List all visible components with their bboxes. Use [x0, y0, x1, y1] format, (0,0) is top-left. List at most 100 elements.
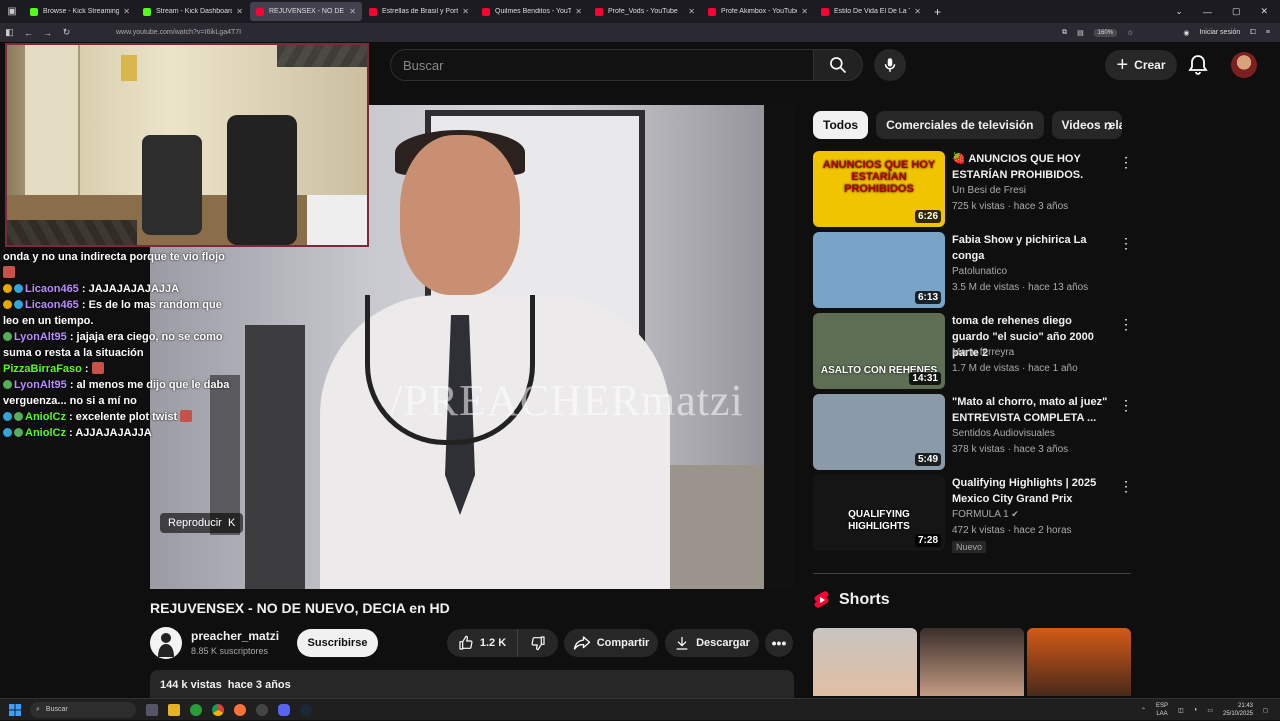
- recommendation-thumbnail[interactable]: 5:49: [813, 394, 945, 470]
- browser-tab[interactable]: Estilo De Vida El De La Tacoma ✕: [815, 2, 927, 21]
- chat-username[interactable]: Licaon465: [25, 299, 79, 311]
- tab-close-icon[interactable]: ✕: [123, 7, 130, 16]
- avatar[interactable]: [1231, 52, 1257, 78]
- notifications-bell-icon[interactable]: [1186, 53, 1210, 77]
- recommendation-item[interactable]: 5:49 "Mato al chorro, mato al juez" ENTRE…: [813, 394, 1133, 470]
- recommendation-channel[interactable]: Manu ferreyra: [952, 347, 1014, 358]
- xbox-icon[interactable]: [190, 703, 202, 716]
- more-vert-icon[interactable]: ⋮: [1119, 396, 1133, 414]
- chevron-right-icon[interactable]: ›: [1098, 113, 1122, 137]
- more-actions-button[interactable]: •••: [765, 629, 793, 657]
- recommendation-channel[interactable]: Sentidos Audiovisuales: [952, 428, 1055, 439]
- more-vert-icon[interactable]: ⋮: [1119, 234, 1133, 252]
- notifications-icon[interactable]: ◻: [1263, 707, 1268, 714]
- minimize-icon[interactable]: —: [1203, 7, 1212, 17]
- tab-close-icon[interactable]: ✕: [462, 7, 469, 16]
- recommendation-item[interactable]: QUALIFYING HIGHLIGHTS 7:28 Qualifying High…: [813, 475, 1133, 553]
- browser-tab[interactable]: Stream - Kick Dashboard ✕: [137, 2, 249, 21]
- recommendation-title[interactable]: Fabia Show y pichirica La conga: [952, 232, 1112, 264]
- browser-tab[interactable]: Profe_Vods - YouTube ✕: [589, 2, 701, 21]
- filter-chip[interactable]: Todos: [813, 111, 869, 139]
- task-view-icon[interactable]: [146, 703, 158, 716]
- chat-username[interactable]: LyonAlt95: [14, 331, 67, 343]
- recommendation-title[interactable]: 🍓 ANUNCIOS QUE HOY ESTARÍAN PROHIBIDOS.: [952, 151, 1112, 183]
- like-button[interactable]: 1.2 K: [447, 629, 518, 657]
- recommendation-item[interactable]: ASALTO CON REHENES 14:31 toma de rehenes d…: [813, 313, 1133, 389]
- tray-chevron-icon[interactable]: ⌃: [1141, 707, 1146, 714]
- tab-close-icon[interactable]: ✕: [688, 7, 695, 16]
- browser-tab[interactable]: Quilmes Benditos - YouTube✕: [476, 2, 588, 21]
- more-vert-icon[interactable]: ⋮: [1119, 315, 1133, 333]
- subscribe-button[interactable]: Suscribirse: [297, 629, 378, 657]
- firefox-icon[interactable]: [234, 703, 246, 716]
- browser-tab[interactable]: Browse - Kick Streaming ✕: [24, 2, 136, 21]
- language-indicator[interactable]: ESP LAA: [1156, 702, 1168, 718]
- short-thumbnail[interactable]: [813, 628, 917, 696]
- chat-username[interactable]: AniolCz: [25, 427, 66, 439]
- network-icon[interactable]: ◫: [1178, 707, 1184, 714]
- browser-tab[interactable]: Estrellas de Brasil y Portugal en✕: [363, 2, 475, 21]
- reload-icon[interactable]: ↻: [57, 27, 76, 38]
- description-box[interactable]: 144 k vistas hace 3 años: [150, 670, 794, 700]
- browser-tab[interactable]: Profe Akimbox - YouTube ✕: [702, 2, 814, 21]
- tab-close-icon[interactable]: ✕: [349, 7, 356, 16]
- download-button[interactable]: Descargar: [665, 629, 759, 657]
- filter-chip[interactable]: Comerciales de televisión: [876, 111, 1044, 139]
- recommendation-channel[interactable]: Patolunatico: [952, 266, 1007, 277]
- short-thumbnail[interactable]: [1027, 628, 1131, 696]
- chat-username[interactable]: PizzaBirraFaso: [3, 363, 82, 375]
- discord-icon[interactable]: [278, 703, 290, 716]
- recommendation-item[interactable]: 6:13 Fabia Show y pichirica La conga Patol…: [813, 232, 1133, 308]
- list-all-tabs-icon[interactable]: ⌄: [1175, 6, 1183, 17]
- recommendation-title[interactable]: Qualifying Highlights | 2025 Mexico City…: [952, 475, 1112, 507]
- recommendation-thumbnail[interactable]: QUALIFYING HIGHLIGHTS 7:28: [813, 475, 945, 551]
- forward-icon[interactable]: →: [38, 28, 57, 38]
- chat-username[interactable]: Licaon465: [25, 283, 79, 295]
- taskbar-search[interactable]: ⌕ Buscar: [30, 701, 136, 718]
- search-button[interactable]: [813, 49, 863, 81]
- steam-icon[interactable]: [300, 703, 312, 716]
- account-icon[interactable]: ◉: [1183, 29, 1189, 37]
- back-icon[interactable]: ←: [19, 28, 38, 38]
- recommendation-thumbnail[interactable]: 6:13: [813, 232, 945, 308]
- picture-in-picture-icon[interactable]: ⧉: [1062, 29, 1067, 37]
- tab-close-icon[interactable]: ✕: [914, 7, 921, 16]
- recommendation-title[interactable]: "Mato al chorro, mato al juez" ENTREVIST…: [952, 394, 1112, 426]
- file-explorer-icon[interactable]: [168, 703, 180, 716]
- more-vert-icon[interactable]: ⋮: [1119, 477, 1133, 495]
- tab-close-icon[interactable]: ✕: [236, 7, 243, 16]
- chat-username[interactable]: LyonAlt95: [14, 379, 67, 391]
- start-button[interactable]: [0, 703, 30, 716]
- tab-overview-icon[interactable]: ▣: [0, 0, 24, 23]
- reader-view-icon[interactable]: ▤: [1077, 29, 1084, 37]
- short-thumbnail[interactable]: [920, 628, 1024, 696]
- menu-icon[interactable]: ≡: [1266, 29, 1270, 36]
- chrome-icon[interactable]: [212, 703, 224, 716]
- recommendation-channel[interactable]: FORMULA 1 ✔: [952, 509, 1019, 520]
- extensions-icon[interactable]: ⧠: [1250, 29, 1256, 37]
- close-window-icon[interactable]: ✕: [1260, 6, 1268, 17]
- chat-username[interactable]: AniolCz: [25, 411, 66, 423]
- create-button[interactable]: + Crear: [1105, 50, 1177, 80]
- channel-avatar[interactable]: [150, 627, 182, 659]
- new-tab-button[interactable]: +: [934, 5, 941, 19]
- browser-tab[interactable]: REJUVENSEX - NO DE NUEVO ✕: [250, 2, 362, 21]
- more-vert-icon[interactable]: ⋮: [1119, 153, 1133, 171]
- tab-close-icon[interactable]: ✕: [801, 7, 808, 16]
- sidebar-toggle-icon[interactable]: ◧: [0, 27, 19, 38]
- volume-icon[interactable]: ◖: [1194, 707, 1198, 713]
- maximize-icon[interactable]: ▢: [1232, 6, 1241, 17]
- search-input[interactable]: Buscar: [390, 49, 814, 81]
- clock[interactable]: 21:43 25/10/2025: [1223, 702, 1253, 718]
- recommendation-item[interactable]: ANUNCIOS QUE HOY ESTARÍAN PROHIBIDOS 6:26…: [813, 151, 1133, 227]
- address-bar[interactable]: www.youtube.com/watch?v=I6ikLga4T7I: [116, 29, 241, 36]
- dislike-button[interactable]: [518, 629, 558, 657]
- recommendation-thumbnail[interactable]: ANUNCIOS QUE HOY ESTARÍAN PROHIBIDOS 6:26: [813, 151, 945, 227]
- signin-link[interactable]: Iniciar sesión: [1199, 29, 1240, 36]
- bookmark-star-icon[interactable]: ☆: [1127, 29, 1133, 37]
- tab-close-icon[interactable]: ✕: [575, 7, 582, 16]
- share-button[interactable]: Compartir: [564, 629, 658, 657]
- channel-name[interactable]: preacher_matzi: [191, 629, 279, 643]
- zoom-level[interactable]: 160%: [1093, 28, 1118, 37]
- obs-icon[interactable]: [256, 703, 268, 716]
